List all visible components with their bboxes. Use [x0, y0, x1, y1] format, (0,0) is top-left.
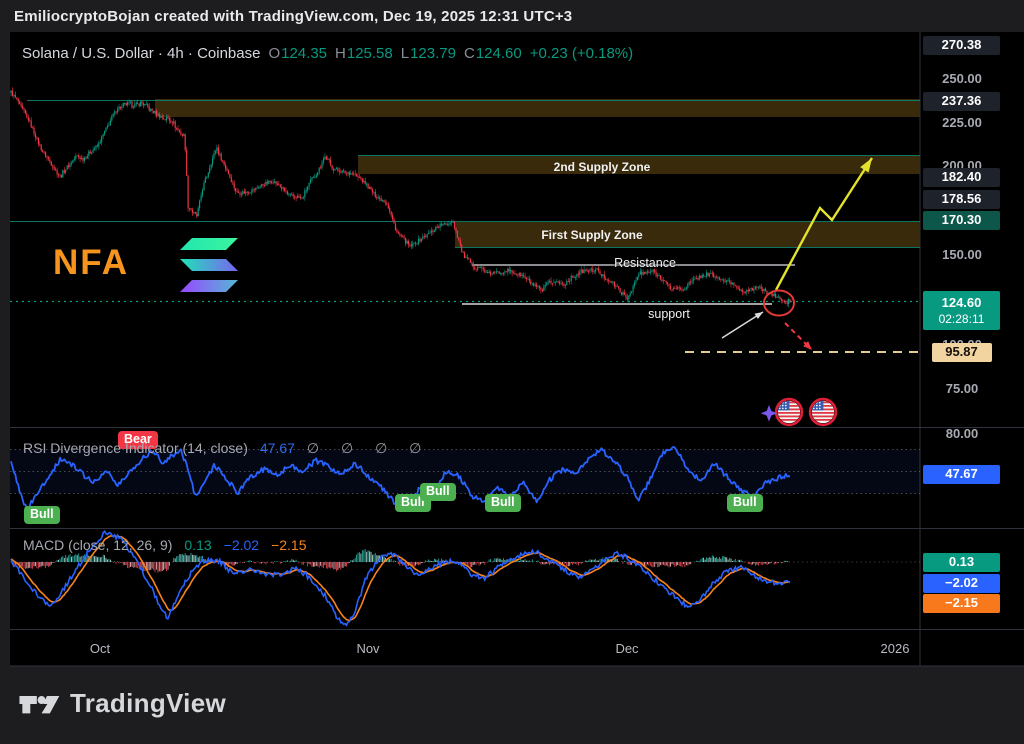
- symbol-title-row: Solana / U.S. Dollar · 4h · Coinbase O12…: [22, 45, 633, 62]
- close-value: 124.60: [476, 45, 522, 62]
- support-label: support: [604, 307, 734, 321]
- rsi-title-row: RSI Divergence Indicator (14, close) 47.…: [23, 440, 430, 457]
- macd-hist-value: 0.13: [184, 537, 211, 553]
- resistance-label: Resistance: [580, 256, 710, 270]
- macd-signal-value: −2.15: [271, 537, 306, 553]
- low-label: L: [401, 45, 409, 62]
- open-label: O: [268, 45, 280, 62]
- tradingview-logo-icon: [18, 689, 60, 719]
- nfa-watermark: NFA: [53, 243, 129, 283]
- rsi-empty-markers: ∅ ∅ ∅ ∅: [307, 440, 430, 457]
- macd-line-value: −2.02: [224, 537, 259, 553]
- change-value: +0.23 (+0.18%): [530, 45, 633, 62]
- open-value: 124.35: [281, 45, 327, 62]
- main-chart-pane[interactable]: [10, 32, 920, 427]
- price-scale[interactable]: [920, 32, 1024, 666]
- first-supply-zone-label: First Supply Zone: [482, 228, 702, 242]
- close-label: C: [464, 45, 475, 62]
- bull-divergence-tag: Bull: [727, 494, 763, 512]
- macd-title: MACD (close, 12, 26, 9): [23, 537, 172, 553]
- bull-divergence-tag: Bull: [485, 494, 521, 512]
- solana-logo-icon: [180, 238, 238, 292]
- high-label: H: [335, 45, 346, 62]
- time-scale[interactable]: [10, 630, 920, 666]
- bull-divergence-tag: Bull: [24, 506, 60, 524]
- macd-title-row: MACD (close, 12, 26, 9) 0.13 −2.02 −2.15: [23, 537, 307, 553]
- attribution-header: EmiliocryptoBojan created with TradingVi…: [14, 8, 572, 25]
- high-value: 125.58: [347, 45, 393, 62]
- rsi-title: RSI Divergence Indicator (14, close): [23, 440, 248, 457]
- tradingview-published-chart: EmiliocryptoBojan created with TradingVi…: [0, 0, 1024, 744]
- low-value: 123.79: [410, 45, 456, 62]
- second-supply-zone-label: 2nd Supply Zone: [492, 160, 712, 174]
- bull-divergence-tag: Bull: [420, 483, 456, 501]
- symbol-title: Solana / U.S. Dollar · 4h · Coinbase: [22, 45, 260, 62]
- tradingview-brand-text: TradingView: [70, 688, 226, 719]
- rsi-value: 47.67: [260, 440, 295, 457]
- tradingview-footer: TradingView: [18, 688, 226, 719]
